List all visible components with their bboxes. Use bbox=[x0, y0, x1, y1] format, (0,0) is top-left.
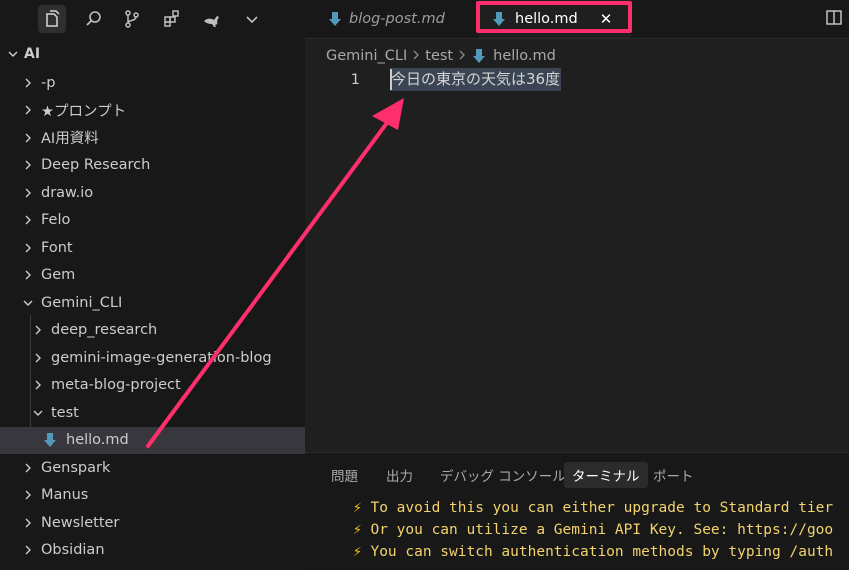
tree-item-label: test bbox=[51, 404, 79, 421]
chevron-down-icon bbox=[4, 48, 22, 60]
chevron-right-icon bbox=[22, 242, 34, 254]
chevron-down-icon bbox=[22, 297, 34, 309]
tree-folder-item[interactable]: -p bbox=[0, 69, 305, 96]
chevron-right-icon bbox=[22, 544, 34, 556]
chevron-right-icon bbox=[22, 132, 34, 144]
tab-highlight-box bbox=[476, 1, 632, 33]
chevron-down-icon[interactable] bbox=[238, 5, 266, 33]
tree-item-label: Obsidian bbox=[41, 542, 105, 558]
chevron-right-icon bbox=[22, 214, 34, 226]
breadcrumb-item[interactable]: test bbox=[425, 48, 453, 64]
terminal-line: ⚡ Or you can utilize a Gemini API Key. S… bbox=[353, 522, 834, 538]
tab-ports[interactable]: ポート bbox=[645, 462, 702, 488]
tree-item-label: draw.io bbox=[41, 184, 94, 201]
tree-folder-item[interactable]: meta-blog-project bbox=[0, 372, 305, 399]
tree-item-label: ★プロンプト bbox=[41, 103, 127, 120]
chevron-right-icon bbox=[458, 49, 466, 64]
tree-item-label: Manus bbox=[41, 487, 89, 503]
root-folder-label: AI bbox=[24, 46, 41, 62]
tab-output[interactable]: 出力 bbox=[378, 462, 421, 488]
tree-item-label: Font bbox=[41, 239, 73, 256]
chevron-right-icon bbox=[22, 159, 34, 171]
lightning-icon: ⚡ bbox=[353, 500, 362, 516]
tree-item-label: AI用資料 bbox=[41, 131, 99, 147]
activity-bar bbox=[0, 0, 305, 38]
editor-line-text[interactable]: 今日の東京の天気は36度 bbox=[390, 68, 562, 91]
split-editor-icon[interactable] bbox=[826, 9, 844, 31]
explorer-sidebar: AI -p ★プロンプト AI用資料 Deep Research draw.io Felo… bbox=[0, 0, 305, 569]
breadcrumb-item[interactable]: Gemini_CLI bbox=[326, 48, 407, 64]
chevron-right-icon bbox=[22, 187, 34, 199]
tree-item-label: gemini-image-generation-blog bbox=[51, 349, 272, 366]
breadcrumb-item[interactable]: hello.md bbox=[493, 48, 556, 64]
kangaroo-icon[interactable] bbox=[198, 5, 226, 33]
tree-folder-item[interactable]: gemini-image-generation-blog bbox=[0, 344, 305, 371]
chevron-right-icon bbox=[22, 489, 34, 501]
tab-problems[interactable]: 問題 bbox=[323, 462, 366, 488]
line-number: 1 bbox=[350, 72, 360, 88]
tree-folder-item[interactable]: Font bbox=[0, 234, 305, 261]
tree-item-label: -p bbox=[41, 74, 56, 91]
tab-debug-console[interactable]: デバッグ コンソール bbox=[432, 462, 574, 488]
chevron-down-icon bbox=[32, 407, 44, 419]
tree-folder-item[interactable]: AI用資料 bbox=[0, 124, 305, 151]
tree-item-label: hello.md bbox=[66, 432, 129, 448]
tree-folder-item[interactable]: Gemini_CLI bbox=[0, 289, 305, 316]
chevron-right-icon bbox=[32, 352, 44, 364]
tree-folder-item[interactable]: ★プロンプト bbox=[0, 97, 305, 124]
tab-terminal[interactable]: ターミナル bbox=[564, 462, 648, 488]
tree-file-item[interactable]: hello.md bbox=[0, 426, 305, 454]
chevron-right-icon bbox=[32, 379, 44, 391]
tree-folder-item[interactable]: Deep Research bbox=[0, 152, 305, 179]
tree-item-label: Gemini_CLI bbox=[41, 294, 123, 311]
lightning-icon: ⚡ bbox=[353, 544, 362, 560]
tree-item-label: Newsletter bbox=[41, 514, 120, 531]
tree-folder-item[interactable]: Felo bbox=[0, 207, 305, 234]
source-control-icon[interactable] bbox=[118, 5, 146, 33]
terminal-line: ⚡ To avoid this you can either upgrade t… bbox=[353, 500, 834, 516]
chevron-right-icon bbox=[22, 462, 34, 474]
tree-item-label: meta-blog-project bbox=[51, 377, 181, 393]
chevron-right-icon bbox=[412, 49, 420, 64]
chevron-right-icon bbox=[22, 269, 34, 281]
tab-blog-post[interactable]: blog-post.md bbox=[317, 0, 467, 38]
extensions-icon[interactable] bbox=[158, 5, 186, 33]
tree-folder-item[interactable]: deep_research bbox=[0, 317, 305, 344]
tree-folder-item[interactable]: draw.io bbox=[0, 179, 305, 206]
tree-folder-item[interactable]: Newsletter bbox=[0, 509, 305, 536]
tree-item-label: Felo bbox=[41, 212, 71, 228]
tree-folder-item[interactable]: test bbox=[0, 399, 305, 426]
files-icon[interactable] bbox=[38, 5, 66, 33]
tree-folder-item[interactable]: Obsidian bbox=[0, 537, 305, 564]
terminal-line: ⚡ You can switch authentication methods … bbox=[353, 544, 834, 560]
tree-folder-item[interactable]: Genspark bbox=[0, 454, 305, 481]
lightning-icon: ⚡ bbox=[353, 522, 362, 538]
tree-item-label: Genspark bbox=[41, 459, 111, 476]
text-cursor bbox=[390, 69, 392, 90]
breadcrumb: Gemini_CLI test hello.md bbox=[326, 45, 556, 67]
tree-item-label: Deep Research bbox=[41, 157, 151, 173]
search-icon[interactable] bbox=[80, 5, 108, 33]
chevron-right-icon bbox=[22, 104, 34, 116]
tree-folder-item[interactable]: Gem bbox=[0, 262, 305, 289]
tree-folder-item[interactable]: Manus bbox=[0, 482, 305, 509]
chevron-right-icon bbox=[22, 517, 34, 529]
markdown-icon bbox=[42, 432, 58, 448]
chevron-right-icon bbox=[22, 77, 34, 89]
tab-label: blog-post.md bbox=[349, 11, 445, 27]
bottom-panel: 問題 出力 デバッグ コンソール ターミナル ポート ⚡ To avoid th… bbox=[305, 452, 849, 570]
markdown-icon bbox=[471, 48, 487, 64]
chevron-right-icon bbox=[32, 324, 44, 336]
tree-item-label: Gem bbox=[41, 267, 76, 283]
tree-item-label: deep_research bbox=[51, 322, 158, 338]
markdown-icon bbox=[327, 11, 343, 27]
explorer-root-folder[interactable]: AI bbox=[0, 42, 305, 66]
